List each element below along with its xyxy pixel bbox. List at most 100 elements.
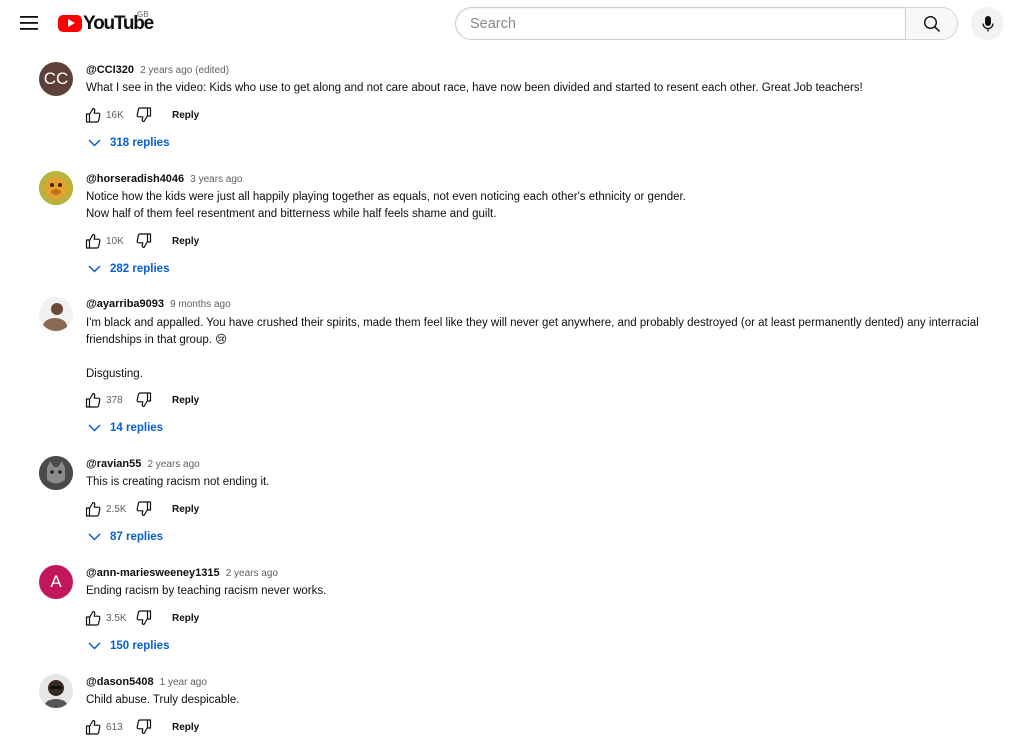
comment-text: I'm black and appalled. You have crushed… <box>86 317 979 380</box>
comment-author[interactable]: @ann-mariesweeney1315 <box>86 567 220 579</box>
comment-author[interactable]: @CCI320 <box>86 64 134 76</box>
comment-actions: 16K Reply <box>84 105 199 125</box>
like-button[interactable] <box>84 391 102 409</box>
comment-text: Notice how the kids were just all happil… <box>86 191 686 220</box>
reply-button[interactable]: Reply <box>172 613 199 624</box>
chevron-down-icon <box>88 139 101 147</box>
microphone-icon <box>981 15 994 31</box>
chevron-down-icon <box>88 642 101 650</box>
like-button[interactable] <box>84 500 102 518</box>
comment-header: @ann-mariesweeney1315 2 years ago <box>86 567 278 579</box>
like-button[interactable] <box>84 106 102 124</box>
dislike-button[interactable] <box>135 391 153 409</box>
chevron-down-icon <box>88 533 101 541</box>
comment-time[interactable]: 2 years ago (edited) <box>140 65 229 76</box>
thumbs-up-icon <box>85 719 101 735</box>
comment-actions: 3.5K Reply <box>84 608 199 628</box>
avatar[interactable]: CC <box>39 62 73 96</box>
thumbs-down-icon <box>136 610 152 626</box>
dislike-button[interactable] <box>135 609 153 627</box>
dislike-button[interactable] <box>135 232 153 250</box>
comment-time[interactable]: 9 months ago <box>170 299 231 310</box>
view-replies-button[interactable]: 318 replies <box>88 134 169 152</box>
dislike-button[interactable] <box>135 500 153 518</box>
search-box <box>455 7 958 40</box>
like-count: 2.5K <box>106 503 127 515</box>
comment-time[interactable]: 1 year ago <box>160 677 207 688</box>
avatar[interactable]: A <box>39 565 73 599</box>
reply-button[interactable]: Reply <box>172 722 199 733</box>
view-replies-button[interactable]: 87 replies <box>88 528 163 546</box>
country-code: GB <box>137 10 149 19</box>
comment-header: @ayarriba9093 9 months ago <box>86 298 231 310</box>
chevron-down-icon <box>88 424 101 432</box>
comment-header: @horseradish4046 3 years ago <box>86 173 243 185</box>
search-button[interactable] <box>905 7 958 40</box>
thumbs-down-icon <box>136 501 152 517</box>
thumbs-down-icon <box>136 107 152 123</box>
view-replies-button[interactable]: 14 replies <box>88 419 163 437</box>
search-icon <box>923 15 940 32</box>
comment-actions: 2.5K Reply <box>84 499 199 519</box>
like-count: 16K <box>106 109 124 121</box>
like-count: 10K <box>106 235 124 247</box>
search-input[interactable] <box>455 7 905 40</box>
like-count: 3.5K <box>106 612 127 624</box>
comment-header: @dason5408 1 year ago <box>86 676 207 688</box>
thumbs-up-icon <box>85 501 101 517</box>
masthead: YouTube GB <box>0 0 1024 48</box>
view-replies-button[interactable]: 282 replies <box>88 260 169 278</box>
avatar[interactable] <box>39 456 73 490</box>
reply-button[interactable]: Reply <box>172 236 199 247</box>
guide-menu-button[interactable] <box>12 6 46 40</box>
replies-count: 318 replies <box>110 137 170 149</box>
avatar[interactable] <box>39 674 73 708</box>
reply-button[interactable]: Reply <box>172 395 199 406</box>
comment-text: This is creating racism not ending it. <box>86 476 270 488</box>
thumbs-up-icon <box>85 392 101 408</box>
dislike-button[interactable] <box>135 106 153 124</box>
person-avatar-image <box>39 297 73 331</box>
comment-time[interactable]: 3 years ago <box>190 174 242 185</box>
thumbs-up-icon <box>85 233 101 249</box>
comment-actions: 613 Reply <box>84 717 199 737</box>
replies-count: 282 replies <box>110 263 170 275</box>
voice-search-button[interactable] <box>971 7 1004 40</box>
like-count: 378 <box>106 394 123 406</box>
avatar-initials: CC <box>43 69 69 88</box>
reply-button[interactable]: Reply <box>172 110 199 121</box>
chevron-down-icon <box>88 265 101 273</box>
replies-count: 14 replies <box>110 422 164 434</box>
orange-creature-avatar-image <box>39 171 73 205</box>
comment-text: Ending racism by teaching racism never w… <box>86 585 327 597</box>
like-button[interactable] <box>84 609 102 627</box>
comment-author[interactable]: @horseradish4046 <box>86 173 184 185</box>
comment-text: What I see in the video: Kids who use to… <box>86 82 863 94</box>
comment-time[interactable]: 2 years ago <box>226 568 278 579</box>
avatar[interactable] <box>39 171 73 205</box>
replies-count: 87 replies <box>110 531 164 543</box>
reply-button[interactable]: Reply <box>172 504 199 515</box>
comment-author[interactable]: @ayarriba9093 <box>86 298 164 310</box>
comment-actions: 378 Reply <box>84 390 199 410</box>
comment-actions: 10K Reply <box>84 231 199 251</box>
dislike-button[interactable] <box>135 718 153 736</box>
comment-header: @ravian55 2 years ago <box>86 458 200 470</box>
comment-author[interactable]: @ravian55 <box>86 458 141 470</box>
youtube-play-icon <box>58 14 82 32</box>
like-button[interactable] <box>84 232 102 250</box>
comment-author[interactable]: @dason5408 <box>86 676 154 688</box>
view-replies-button[interactable]: 150 replies <box>88 637 169 655</box>
avatar-initials: A <box>50 572 62 591</box>
replies-count: 150 replies <box>110 640 170 652</box>
thumbs-down-icon <box>136 719 152 735</box>
like-button[interactable] <box>84 718 102 736</box>
person-avatar-image <box>39 674 73 708</box>
like-count: 613 <box>106 721 123 733</box>
comment-text: Child abuse. Truly despicable. <box>86 694 240 706</box>
thumbs-down-icon <box>136 392 152 408</box>
comment-time[interactable]: 2 years ago <box>147 459 199 470</box>
avatar[interactable] <box>39 297 73 331</box>
hamburger-menu-icon <box>20 16 38 30</box>
thumbs-down-icon <box>136 233 152 249</box>
